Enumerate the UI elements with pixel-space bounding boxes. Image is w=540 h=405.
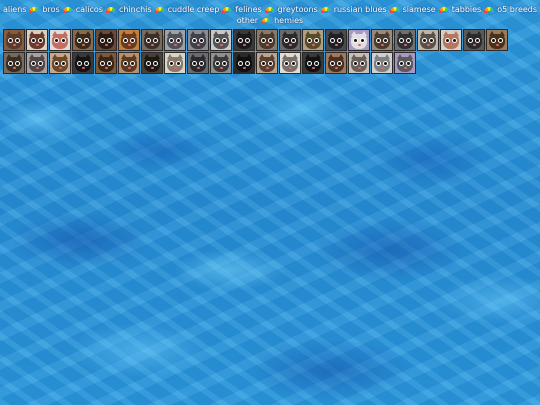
nav-link-bros[interactable]: bros [42,5,59,14]
cat-tile-tan-cat-icon[interactable] [302,29,324,51]
rainbow-divider-icon [264,6,275,13]
cat-tile-grey-cat-icon[interactable] [26,52,48,74]
cat-tile-grey-cat-icon[interactable] [187,29,209,51]
cat-tile-tabby-cat-icon[interactable] [72,29,94,51]
rainbow-divider-icon [484,6,495,13]
rainbow-divider-icon [105,6,116,13]
cat-tile-brown-cat-icon[interactable] [325,52,347,74]
cat-tile-black-cat-icon[interactable] [325,29,347,51]
cat-tile-grey-cat-icon[interactable] [394,29,416,51]
nav-link-aliens[interactable]: aliens [3,5,27,14]
nav-link-calicos[interactable]: calicos [76,5,103,14]
cat-tile-tabby-cat-icon[interactable] [371,29,393,51]
rainbow-divider-icon [438,6,449,13]
cat-tile-tabby-cat-icon[interactable] [3,52,25,74]
cat-tile-tabby-cat-icon[interactable] [256,29,278,51]
cat-tile-orange-cat-icon[interactable] [118,29,140,51]
rainbow-divider-icon [154,6,165,13]
rainbow-divider-icon [261,17,272,24]
nav-link-felines[interactable]: felines [235,5,261,14]
nav-link-o5-breeds[interactable]: o5 breeds [497,5,537,14]
cat-tile-black-cat-icon[interactable] [233,52,255,74]
cat-tile-grey-cat-icon[interactable] [164,29,186,51]
nav-link-siamese[interactable]: siamese [403,5,436,14]
nav-link-hemies[interactable]: hemies [274,16,303,25]
cat-tile-calico-cat-icon[interactable] [26,29,48,51]
cat-tile-ginger-cat-icon[interactable] [49,52,71,74]
breed-nav-row-1: aliens bros calicos chinchis cuddle creep fel… [0,4,540,15]
nav-link-chinchis[interactable]: chinchis [119,5,152,14]
cat-tile-silver-cat-icon[interactable] [210,29,232,51]
breed-navigation: aliens bros calicos chinchis cuddle creep fel… [0,4,540,26]
cat-tile-brown-cat-icon[interactable] [486,29,508,51]
cat-tile-grey-cat-icon[interactable] [394,52,416,74]
rainbow-divider-icon [62,6,73,13]
cat-tile-dark-cat-icon[interactable] [95,29,117,51]
nav-link-russian-blues[interactable]: russian blues [334,5,387,14]
cat-tile-dark-grey-cat-icon[interactable] [279,29,301,51]
rainbow-divider-icon [222,6,233,13]
cat-tile-white-cat-icon[interactable] [279,52,301,74]
cat-tile-black-cat-icon[interactable] [463,29,485,51]
nav-link-tabbies[interactable]: tabbies [452,5,482,14]
breed-nav-row-2: other hemies [0,15,540,26]
cat-tile-siamese-cat-icon[interactable] [417,29,439,51]
cat-tile-black-cat-icon[interactable] [233,29,255,51]
rainbow-divider-icon [29,6,40,13]
cat-tile-black-cat-icon[interactable] [72,52,94,74]
cat-tile-grey-cat-icon[interactable] [187,52,209,74]
nav-link-cuddle-creep[interactable]: cuddle creep [168,5,220,14]
cat-tile-black-cat-icon[interactable] [302,52,324,74]
nav-link-other[interactable]: other [237,16,258,25]
cat-tile-brown-cat-icon[interactable] [95,52,117,74]
cat-tile-cream-cat-icon[interactable] [440,29,462,51]
rainbow-divider-icon [389,6,400,13]
rainbow-divider-icon [320,6,331,13]
cat-tile-white-cat-icon[interactable] [348,29,370,51]
cat-tile-silver-cat-icon[interactable] [348,52,370,74]
cat-tile-dark-cat-icon[interactable] [141,52,163,74]
cat-tile-tabby-cat-icon[interactable] [256,52,278,74]
cat-tile-grey-cat-icon[interactable] [210,52,232,74]
cat-icon-grid [3,29,523,75]
cat-tile-brown-cat-icon[interactable] [3,29,25,51]
nav-link-greytoons[interactable]: greytoons [278,5,318,14]
cat-tile-white-cat-icon[interactable] [164,52,186,74]
cat-tile-white-cat-icon[interactable] [49,29,71,51]
cat-tile-tabby-cat-icon[interactable] [118,52,140,74]
cat-tile-grey-brown-cat-icon[interactable] [141,29,163,51]
cat-tile-white-cat-icon[interactable] [371,52,393,74]
